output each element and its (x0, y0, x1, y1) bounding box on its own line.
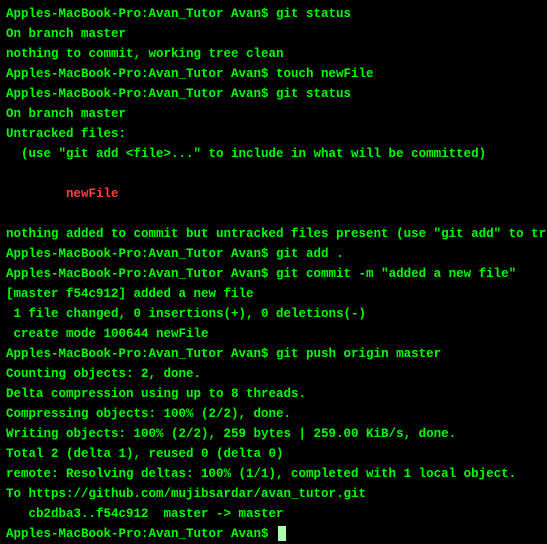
output-line: On branch master (6, 24, 541, 44)
shell-prompt: Apples-MacBook-Pro:Avan_Tutor Avan$ (6, 87, 276, 101)
output-line: 1 file changed, 0 insertions(+), 0 delet… (6, 304, 541, 324)
output-line: (use "git add <file>..." to include in w… (6, 144, 541, 164)
prompt-line: Apples-MacBook-Pro:Avan_Tutor Avan$ git … (6, 4, 541, 24)
prompt-line: Apples-MacBook-Pro:Avan_Tutor Avan$ git … (6, 244, 541, 264)
output-line: cb2dba3..f54c912 master -> master (6, 504, 541, 524)
command-text: git add . (276, 247, 344, 261)
command-text: git commit -m "added a new file" (276, 267, 516, 281)
command-text: git status (276, 87, 351, 101)
prompt-line: Apples-MacBook-Pro:Avan_Tutor Avan$ git … (6, 264, 541, 284)
output-line: Compressing objects: 100% (2/2), done. (6, 404, 541, 424)
command-text: git status (276, 7, 351, 21)
output-line: Total 2 (delta 1), reused 0 (delta 0) (6, 444, 541, 464)
output-line: nothing added to commit but untracked fi… (6, 224, 541, 244)
untracked-file-line: newFile (6, 184, 541, 204)
shell-prompt: Apples-MacBook-Pro:Avan_Tutor Avan$ (6, 247, 276, 261)
shell-prompt: Apples-MacBook-Pro:Avan_Tutor Avan$ (6, 67, 276, 81)
blank-line (6, 204, 541, 224)
output-line: On branch master (6, 104, 541, 124)
output-line: [master f54c912] added a new file (6, 284, 541, 304)
output-line: Counting objects: 2, done. (6, 364, 541, 384)
command-text: git push origin master (276, 347, 441, 361)
output-line: Delta compression using up to 8 threads. (6, 384, 541, 404)
prompt-line: Apples-MacBook-Pro:Avan_Tutor Avan$ git … (6, 84, 541, 104)
output-line: remote: Resolving deltas: 100% (1/1), co… (6, 464, 541, 484)
prompt-line: Apples-MacBook-Pro:Avan_Tutor Avan$ touc… (6, 64, 541, 84)
shell-prompt: Apples-MacBook-Pro:Avan_Tutor Avan$ (6, 347, 276, 361)
prompt-line: Apples-MacBook-Pro:Avan_Tutor Avan$ (6, 524, 541, 544)
output-line: create mode 100644 newFile (6, 324, 541, 344)
shell-prompt: Apples-MacBook-Pro:Avan_Tutor Avan$ (6, 267, 276, 281)
output-line: nothing to commit, working tree clean (6, 44, 541, 64)
output-line: Untracked files: (6, 124, 541, 144)
prompt-line: Apples-MacBook-Pro:Avan_Tutor Avan$ git … (6, 344, 541, 364)
output-line: To https://github.com/mujibsardar/avan_t… (6, 484, 541, 504)
cursor-icon (278, 526, 286, 541)
shell-prompt: Apples-MacBook-Pro:Avan_Tutor Avan$ (6, 527, 276, 541)
blank-line (6, 164, 541, 184)
shell-prompt: Apples-MacBook-Pro:Avan_Tutor Avan$ (6, 7, 276, 21)
command-text: touch newFile (276, 67, 374, 81)
output-line: Writing objects: 100% (2/2), 259 bytes |… (6, 424, 541, 444)
terminal-output[interactable]: Apples-MacBook-Pro:Avan_Tutor Avan$ git … (6, 4, 541, 544)
